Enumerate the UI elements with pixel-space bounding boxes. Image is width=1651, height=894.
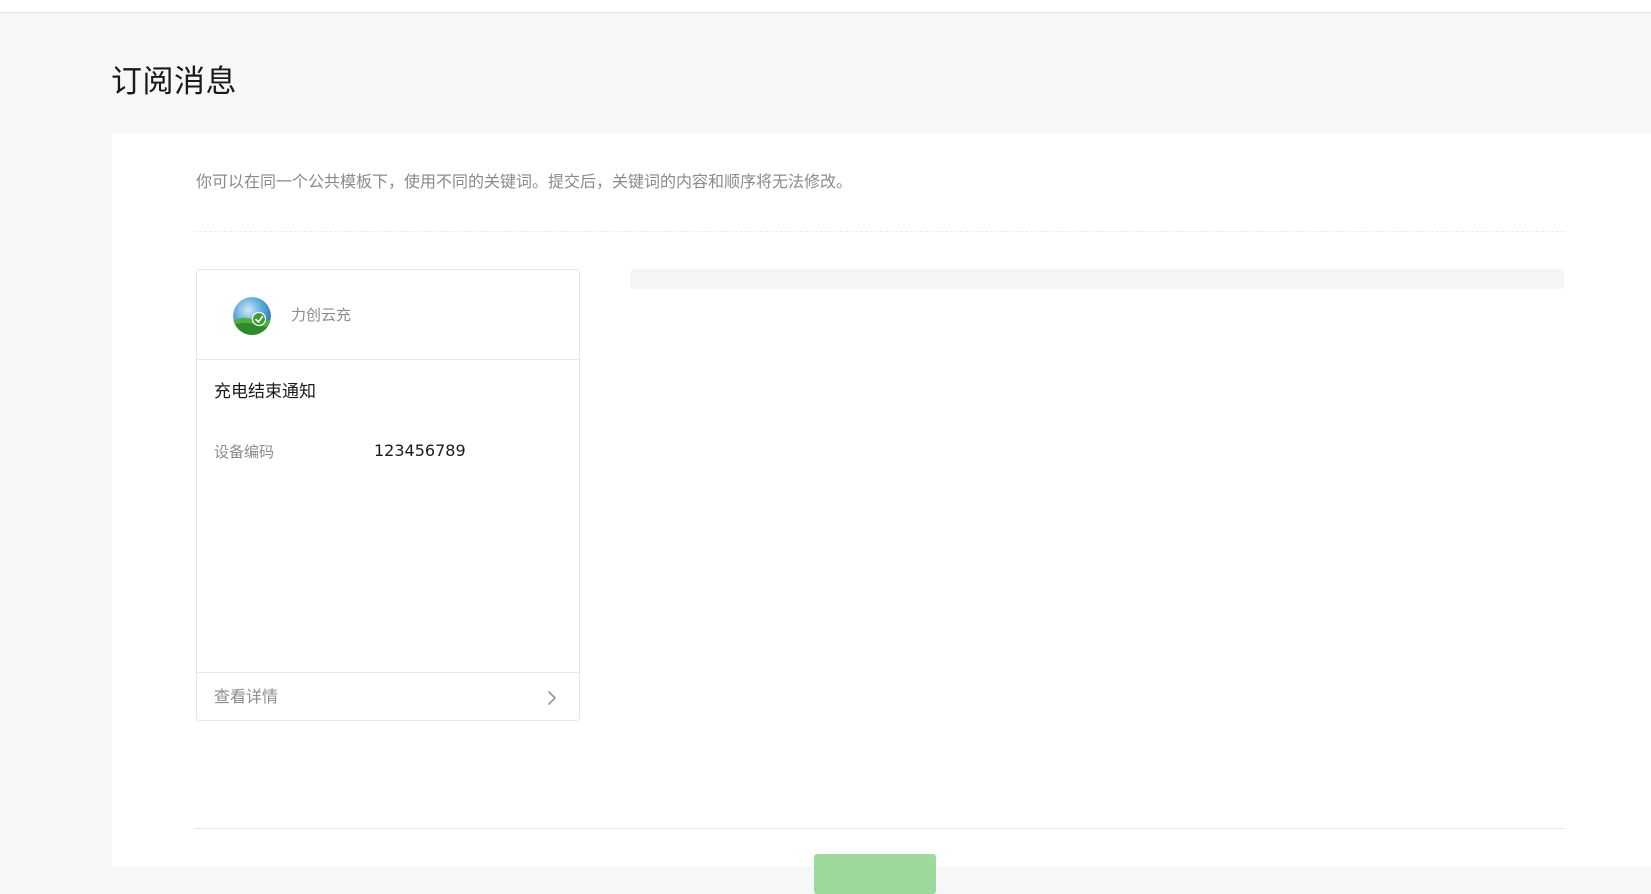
earth-leaf-avatar-icon <box>233 297 271 335</box>
loading-skeleton-bar <box>630 269 1564 289</box>
top-border <box>0 0 1651 13</box>
view-details-label: 查看详情 <box>214 687 279 706</box>
submit-button[interactable] <box>814 854 936 894</box>
message-preview-card: 力创云充 充电结束通知 设备编码 123456789 查看详情 <box>196 269 580 721</box>
dashed-divider <box>194 231 1564 232</box>
chevron-right-icon <box>545 690 559 706</box>
app-name: 力创云充 <box>291 306 352 324</box>
content-panel: 你可以在同一个公共模板下，使用不同的关键词。提交后，关键词的内容和顺序将无法修改… <box>112 133 1651 894</box>
bottom-divider <box>194 828 1564 829</box>
template-title: 充电结束通知 <box>214 382 316 402</box>
card-header: 力创云充 <box>197 270 579 360</box>
field-key-device-code: 设备编码 <box>214 443 275 461</box>
view-details-link[interactable]: 查看详情 <box>197 672 579 721</box>
page-title: 订阅消息 <box>111 64 237 100</box>
field-value-device-code: 123456789 <box>374 441 466 460</box>
template-description: 你可以在同一个公共模板下，使用不同的关键词。提交后，关键词的内容和顺序将无法修改… <box>196 172 853 191</box>
